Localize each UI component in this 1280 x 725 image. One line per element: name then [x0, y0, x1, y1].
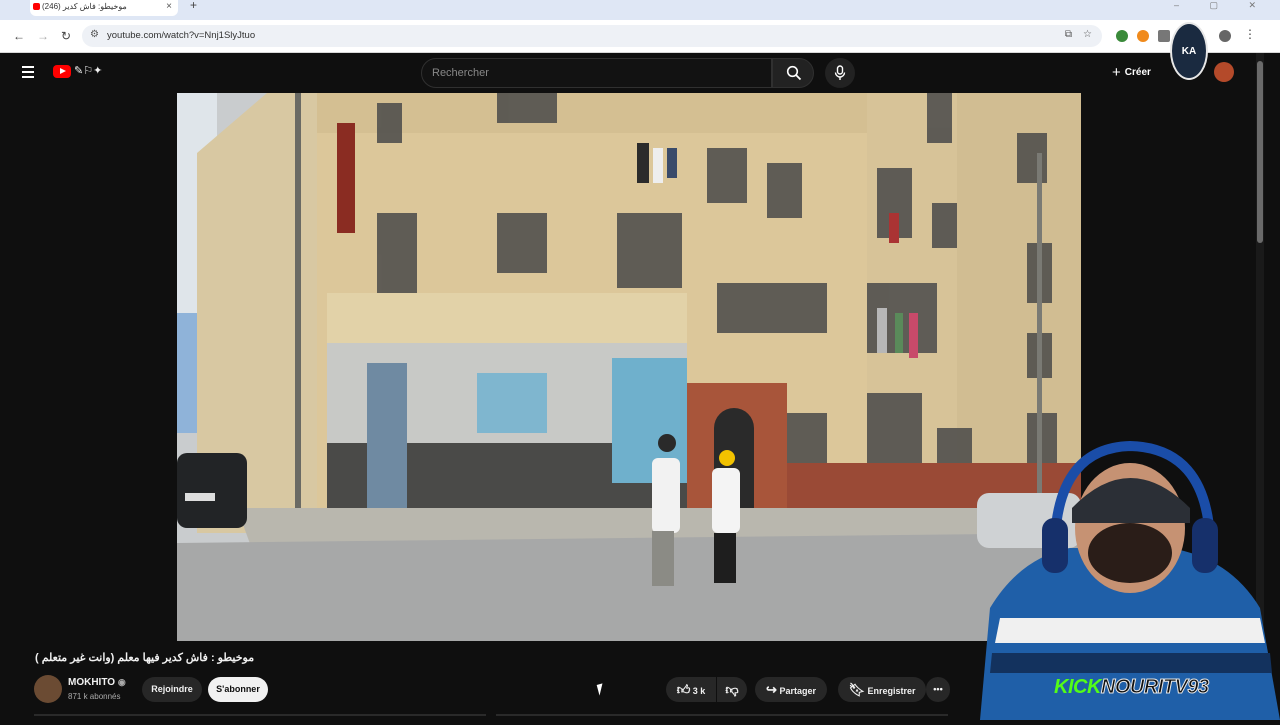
search-placeholder: Rechercher — [432, 67, 489, 79]
browser-toolbar: ← → ↻ ⚙ youtube.com/watch?v=Nnj1SlyJtuo … — [0, 20, 1280, 53]
channel-name[interactable]: MOKHITO ◉ — [68, 677, 126, 688]
bookmark-star-icon[interactable]: ☆ — [1083, 29, 1092, 40]
channel-emblem-overlay: KA — [1170, 22, 1208, 80]
close-tab-icon[interactable]: × — [166, 0, 172, 14]
share-label: Partager — [779, 686, 816, 696]
account-avatar[interactable] — [1214, 62, 1234, 82]
menu-icon[interactable] — [22, 66, 34, 81]
youtube-favicon-icon — [33, 3, 40, 10]
channel-avatar[interactable] — [34, 675, 62, 703]
voice-search-button[interactable] — [825, 58, 855, 88]
browser-menu-icon[interactable]: ⋮ — [1244, 27, 1256, 41]
thumbs-up-icon: 👍︎ — [676, 682, 691, 697]
dislike-button[interactable]: 👎︎ — [717, 677, 747, 702]
subscribe-button[interactable]: S'abonner — [208, 677, 268, 702]
save-label: Enregistrer — [867, 686, 916, 696]
extension-icon[interactable] — [1116, 30, 1128, 42]
forward-icon[interactable]: → — [37, 29, 49, 43]
save-button[interactable]: 🔖︎ Enregistrer — [838, 677, 926, 702]
youtube-doodle-icon[interactable]: ✎⚐✦ — [74, 64, 102, 77]
back-icon[interactable]: ← — [13, 29, 25, 43]
search-button[interactable] — [772, 58, 814, 88]
mouse-cursor-icon — [596, 683, 606, 696]
more-icon: ••• — [933, 684, 943, 694]
like-count: 3 k — [692, 686, 706, 696]
window-controls[interactable]: – ▢ ✕ — [1174, 0, 1270, 11]
search-input[interactable]: Rechercher — [421, 58, 772, 88]
verified-icon: ◉ — [117, 677, 126, 687]
youtube-logo[interactable] — [53, 65, 71, 78]
create-button[interactable]: + Créer — [1112, 64, 1151, 81]
video-title: موخيطو : فاش كدير فيها معلم (وانت غير مت… — [35, 652, 255, 664]
youtube-header: ✎⚐✦ Rechercher + Créer — [0, 53, 1256, 93]
search-icon — [786, 65, 802, 81]
channel-name-text: MOKHITO — [68, 677, 116, 688]
emblem-text: KA — [1181, 46, 1197, 57]
tab-title: موخيطو: فاش كدير (246) — [42, 2, 127, 11]
share-icon: ↪ — [766, 682, 777, 697]
more-actions-button[interactable]: ••• — [926, 677, 950, 702]
divider — [496, 714, 948, 716]
extension-icon[interactable] — [1137, 30, 1149, 42]
video-player[interactable] — [177, 93, 1081, 641]
join-button[interactable]: Rejoindre — [142, 677, 202, 702]
video-frame-image — [177, 93, 1081, 641]
browser-tab[interactable]: موخيطو: فاش كدير (246) × — [30, 0, 178, 16]
install-icon[interactable]: ⧉ — [1065, 29, 1072, 40]
divider — [34, 714, 486, 716]
address-bar[interactable]: ⚙ youtube.com/watch?v=Nnj1SlyJtuo ⧉ ☆ — [82, 25, 1102, 47]
streamer-tag: KICKNOURITV93 — [1054, 676, 1210, 699]
mic-icon — [834, 65, 846, 80]
extensions-puzzle-icon[interactable] — [1158, 30, 1170, 42]
new-tab-icon[interactable]: + — [190, 0, 197, 12]
site-info-icon[interactable]: ⚙ — [90, 29, 99, 40]
bookmark-icon: 🔖︎ — [848, 682, 865, 697]
reload-icon[interactable]: ↻ — [61, 29, 71, 43]
kick-label: KICK — [1054, 676, 1101, 698]
create-label: Créer — [1124, 67, 1151, 78]
like-button[interactable]: 👍︎ 3 k — [666, 677, 716, 702]
thumbs-down-icon: 👎︎ — [725, 682, 739, 697]
subscriber-count: 871 k abonnés — [68, 692, 121, 701]
create-icon: + — [1112, 64, 1121, 81]
profile-icon[interactable] — [1219, 30, 1231, 42]
share-button[interactable]: ↪ Partager — [755, 677, 827, 702]
browser-tab-strip: موخيطو: فاش كدير (246) × + – ▢ ✕ — [0, 0, 1280, 20]
url-text: youtube.com/watch?v=Nnj1SlyJtuo — [107, 30, 256, 41]
scrollbar-thumb[interactable] — [1257, 61, 1263, 243]
streamer-name: NOURITV93 — [1100, 676, 1209, 699]
